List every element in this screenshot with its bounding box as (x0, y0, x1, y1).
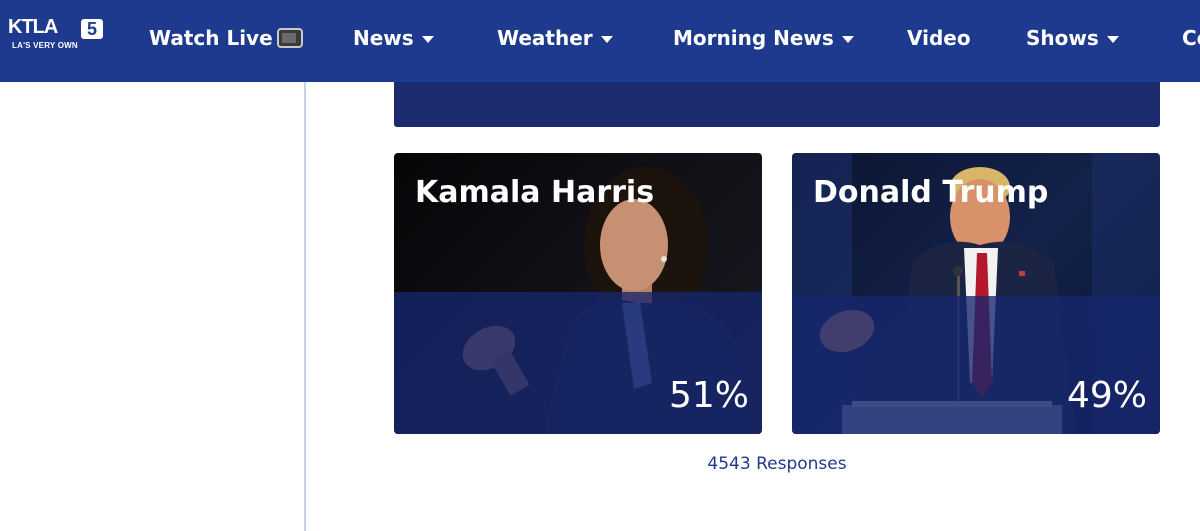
tv-icon (276, 28, 303, 48)
nav-morning-news[interactable]: Morning News (673, 24, 854, 52)
nav-news[interactable]: News (353, 24, 434, 52)
chevron-down-icon (600, 36, 613, 43)
logo-channel-badge: 5 (81, 19, 103, 39)
chevron-down-icon (841, 36, 854, 43)
candidate-name-trump: Donald Trump (813, 175, 1049, 210)
nav-video-label: Video (907, 26, 971, 50)
poll-option-trump[interactable]: Donald Trump 49% (792, 153, 1160, 434)
candidate-name-harris: Kamala Harris (415, 175, 655, 210)
nav-weather-label: Weather (497, 26, 593, 50)
percent-harris: 51% (668, 375, 749, 416)
ktla-logo[interactable]: KTLA 5 LA'S VERY OWN (8, 16, 104, 56)
percent-trump: 49% (1066, 375, 1147, 416)
nav-news-label: News (353, 26, 414, 50)
nav-watch-live-label: Watch Live (149, 26, 273, 50)
nav-more-label: Co (1182, 26, 1200, 50)
poll-option-harris[interactable]: Kamala Harris 51% (394, 153, 762, 434)
nav-more-cut-off[interactable]: Co (1182, 24, 1200, 52)
nav-shows[interactable]: Shows (1026, 24, 1119, 52)
nav-morning-news-label: Morning News (673, 26, 834, 50)
sidebar-divider (304, 82, 306, 531)
poll-header-banner (394, 82, 1160, 127)
nav-weather[interactable]: Weather (497, 24, 613, 52)
chevron-down-icon (1106, 36, 1119, 43)
logo-tagline: LA'S VERY OWN (12, 41, 78, 50)
logo-wordmark: KTLA (8, 16, 58, 38)
chevron-down-icon (421, 36, 434, 43)
response-count: 4543 Responses (707, 454, 847, 474)
nav-watch-live[interactable]: Watch Live (149, 24, 303, 52)
nav-video[interactable]: Video (907, 24, 971, 52)
top-navigation-bar: KTLA 5 LA'S VERY OWN Watch Live News Wea… (0, 0, 1200, 82)
nav-shows-label: Shows (1026, 26, 1099, 50)
